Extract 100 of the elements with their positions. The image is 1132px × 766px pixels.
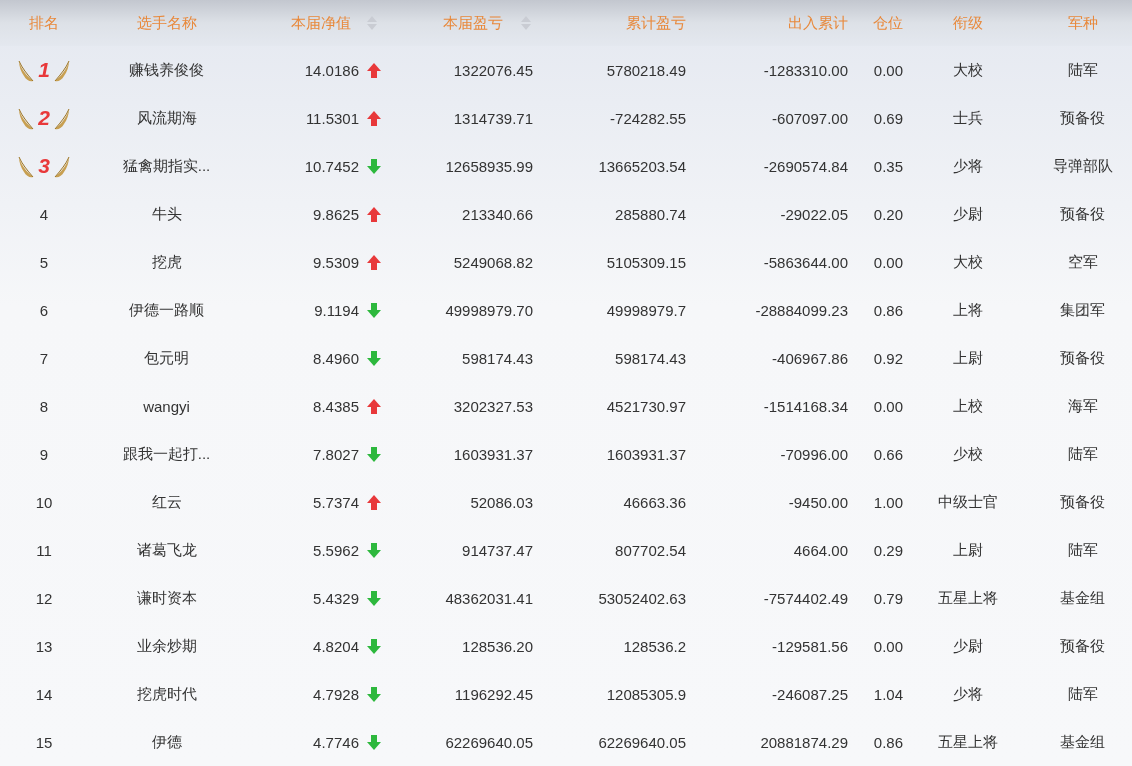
military-rank: 五星上将 [938, 588, 998, 608]
player-name[interactable]: 谦时资本 [136, 588, 197, 608]
sort-icon[interactable] [367, 16, 377, 30]
player-name[interactable]: 红云 [151, 492, 182, 512]
position-ratio: 1.00 [873, 493, 903, 511]
branch: 陆军 [1067, 444, 1098, 464]
position-ratio: 0.86 [873, 301, 903, 319]
branch: 预备役 [1060, 492, 1105, 512]
net-value: 11.5301 [305, 109, 359, 127]
player-name[interactable]: 伊德一路顺 [129, 300, 204, 320]
player-name[interactable]: 挖虎时代 [136, 684, 197, 704]
player-name[interactable]: 业余炒期 [136, 636, 197, 656]
rank-number: 10 [35, 493, 53, 511]
net-flow: -129581.56 [772, 637, 848, 655]
rank-number: 6 [39, 301, 49, 319]
total-profit: 12085305.9 [606, 685, 686, 703]
season-profit: 213340.66 [462, 205, 533, 223]
total-profit: 5105309.15 [606, 253, 686, 271]
net-value: 8.4385 [313, 397, 359, 415]
branch: 陆军 [1067, 684, 1098, 704]
season-profit: 128536.20 [462, 637, 533, 655]
net-flow: -7574402.49 [763, 589, 848, 607]
rank-number: 8 [39, 397, 49, 415]
military-rank: 少尉 [953, 204, 983, 224]
position-ratio: 0.86 [873, 733, 903, 751]
net-value: 9.5309 [313, 253, 359, 271]
rank-number: 2 [38, 106, 50, 130]
rank-number: 13 [35, 637, 53, 655]
net-flow: -5863644.00 [763, 253, 848, 271]
military-rank: 上校 [953, 396, 983, 416]
player-name[interactable]: 赚钱养俊俊 [129, 60, 204, 80]
season-profit: 49998979.70 [445, 301, 533, 319]
total-profit: 1603931.37 [606, 445, 686, 463]
rank-number: 3 [38, 154, 50, 178]
rank-number: 7 [39, 349, 49, 367]
military-rank: 五星上将 [938, 732, 998, 752]
net-value: 7.8027 [313, 445, 359, 463]
total-profit: 46663.36 [623, 493, 686, 511]
position-ratio: 0.79 [873, 589, 903, 607]
total-profit: 53052402.63 [598, 589, 686, 607]
player-name[interactable]: wangyi [143, 397, 190, 415]
player-name[interactable]: 猛禽期指实... [122, 156, 211, 176]
rank-number: 4 [39, 205, 49, 223]
net-value: 4.8204 [313, 637, 359, 655]
net-value: 4.7746 [313, 733, 359, 751]
branch: 陆军 [1067, 540, 1098, 560]
rank-number: 11 [36, 541, 52, 559]
military-rank: 大校 [953, 252, 983, 272]
position-ratio: 0.00 [873, 397, 903, 415]
position-ratio: 0.20 [873, 205, 903, 223]
branch: 陆军 [1067, 60, 1098, 80]
player-name[interactable]: 风流期海 [136, 108, 197, 128]
season-profit: 1196292.45 [454, 685, 533, 703]
net-flow: -28884099.23 [755, 301, 848, 319]
position-ratio: 0.66 [873, 445, 903, 463]
player-name[interactable]: 跟我一起打... [122, 444, 211, 464]
branch: 集团军 [1060, 300, 1105, 320]
net-value: 8.4960 [313, 349, 359, 367]
net-value: 9.1194 [314, 301, 359, 319]
position-ratio: 0.92 [873, 349, 903, 367]
total-profit: 4521730.97 [606, 397, 686, 415]
net-flow: -246087.25 [772, 685, 848, 703]
total-profit: 62269640.05 [598, 733, 686, 751]
net-flow: -29022.05 [780, 205, 848, 223]
player-name[interactable]: 包元明 [144, 348, 189, 368]
season-profit: 914737.47 [462, 541, 533, 559]
branch: 预备役 [1060, 348, 1105, 368]
military-rank: 上尉 [953, 540, 983, 560]
net-value: 9.8625 [313, 205, 359, 223]
net-flow: -1514168.34 [763, 397, 848, 415]
military-rank: 上将 [953, 300, 983, 320]
net-flow: -9450.00 [788, 493, 848, 511]
season-profit: 1322076.45 [453, 61, 533, 79]
player-name[interactable]: 诸葛飞龙 [136, 540, 197, 560]
season-profit: 1603931.37 [453, 445, 533, 463]
total-profit: 807702.54 [615, 541, 686, 559]
total-profit: 13665203.54 [598, 157, 686, 175]
player-name[interactable]: 牛头 [151, 204, 182, 224]
net-flow: 4664.00 [793, 541, 848, 559]
season-profit: 48362031.41 [445, 589, 533, 607]
position-ratio: 0.00 [873, 61, 903, 79]
net-flow: -2690574.84 [763, 157, 848, 175]
military-rank: 少将 [953, 156, 983, 176]
position-ratio: 0.00 [873, 253, 903, 271]
total-profit: 128536.2 [623, 637, 686, 655]
season-profit: 52086.03 [470, 493, 533, 511]
total-profit: 5780218.49 [606, 61, 686, 79]
player-name[interactable]: 伊德 [151, 732, 182, 752]
net-value: 5.5962 [313, 541, 359, 559]
rank-number: 14 [35, 685, 53, 703]
player-name[interactable]: 挖虎 [151, 252, 182, 272]
branch: 预备役 [1060, 636, 1105, 656]
net-flow: 20881874.29 [760, 733, 848, 751]
season-profit: 62269640.05 [445, 733, 533, 751]
net-flow: -406967.86 [772, 349, 848, 367]
total-profit: 49998979.7 [606, 301, 686, 319]
total-profit: 285880.74 [615, 205, 686, 223]
season-profit: 3202327.53 [453, 397, 533, 415]
rank-number: 1 [38, 58, 50, 82]
sort-icon[interactable] [521, 16, 531, 30]
